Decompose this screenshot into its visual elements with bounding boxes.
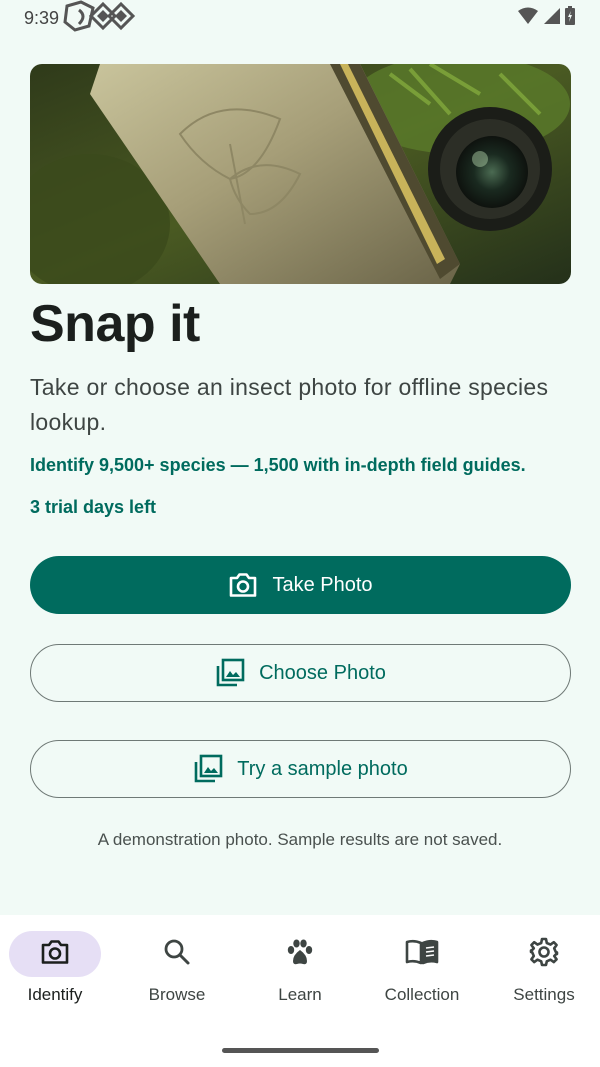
nav-label-settings: Settings — [513, 985, 575, 1004]
take-photo-button[interactable]: Take Photo — [30, 556, 571, 614]
nav-item-identify[interactable]: Identify — [0, 931, 115, 1011]
choose-photo-label: Choose Photo — [259, 661, 386, 684]
nav-active-indicator — [9, 931, 101, 977]
signal-icon — [542, 7, 560, 30]
status-left: 9:39 — [24, 0, 139, 37]
bottom-nav: Identify Browse Learn Collection Setting… — [0, 915, 600, 1067]
nav-item-settings[interactable]: Settings — [484, 931, 600, 1011]
page-title: Snap it — [30, 295, 200, 353]
hero-image — [30, 64, 571, 284]
sample-photo-button[interactable]: Try a sample photo — [30, 740, 571, 798]
search-icon — [163, 938, 191, 971]
page-subtitle: Take or choose an insect photo for offli… — [30, 374, 549, 435]
book-icon — [405, 939, 439, 970]
home-indicator[interactable] — [222, 1048, 379, 1053]
nav-item-browse[interactable]: Browse — [117, 931, 237, 1011]
photo-library-icon — [193, 754, 223, 784]
nav-label-learn: Learn — [278, 985, 322, 1004]
nav-item-collection[interactable]: Collection — [362, 931, 482, 1011]
app-logo-icon — [63, 0, 139, 37]
paw-icon — [285, 938, 315, 971]
status-icons — [518, 5, 576, 31]
take-photo-label: Take Photo — [272, 573, 373, 596]
wifi-icon — [518, 7, 538, 30]
battery-icon — [564, 5, 576, 31]
feature-text: Identify 9,500+ species — 1,500 with in-… — [30, 455, 526, 475]
nav-label-collection: Collection — [384, 985, 460, 1004]
status-time: 9:39 — [24, 7, 60, 28]
camera-icon — [40, 939, 70, 970]
camera-icon — [228, 572, 258, 598]
nav-label-browse: Browse — [148, 985, 206, 1004]
gear-icon — [529, 937, 559, 972]
nav-label-identify: Identify — [27, 985, 83, 1004]
sample-photo-label: Try a sample photo — [237, 757, 408, 780]
photo-library-icon — [215, 658, 245, 688]
trial-days-text: 3 trial days left — [30, 497, 157, 517]
demo-note: A demonstration photo. Sample results ar… — [97, 830, 503, 849]
nav-item-learn[interactable]: Learn — [240, 931, 360, 1011]
status-bar: 9:39 — [0, 0, 600, 36]
choose-photo-button[interactable]: Choose Photo — [30, 644, 571, 702]
